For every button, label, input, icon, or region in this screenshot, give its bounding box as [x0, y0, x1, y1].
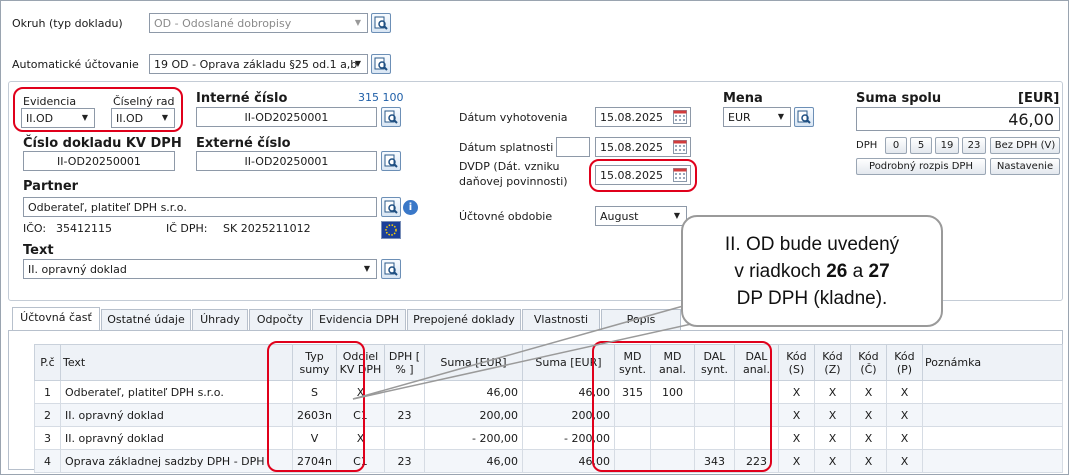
callout-line-3: DP DPH (kladne).	[736, 288, 888, 309]
callout-line-1: II. OD bude uvedený	[724, 234, 900, 255]
callout-row-27: 27	[868, 261, 890, 282]
callout-row-26: 26	[826, 261, 848, 282]
callout-line-2: v riadkoch 26 a 27	[683, 258, 941, 285]
document-window: Okruh (typ dokladu) OD - Odoslané dobrop…	[0, 0, 1069, 475]
callout-note: II. OD bude uvedený v riadkoch 26 a 27 D…	[681, 215, 943, 327]
callout-text: v riadkoch	[734, 261, 827, 282]
callout-text: a	[847, 261, 869, 282]
